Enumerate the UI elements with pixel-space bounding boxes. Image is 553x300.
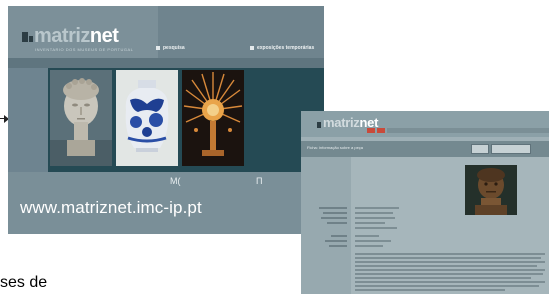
field-value (355, 222, 385, 224)
field-value (355, 235, 379, 237)
field-label (319, 207, 347, 209)
logo-subtitle: INVENTARIO DOS MUSEUS DE PORTUGAL (35, 47, 134, 52)
field-value (355, 227, 397, 229)
logo-part-net: net (89, 25, 119, 47)
description-line (355, 261, 545, 263)
field-label (331, 235, 347, 237)
toolbar-title: Ficha: informação sobre a peça (307, 145, 364, 150)
field-value (355, 240, 391, 242)
matriznet-logo[interactable]: matriznet (34, 24, 119, 48)
field-label (321, 217, 347, 219)
field-label (329, 245, 347, 247)
toolbar-button[interactable] (491, 144, 531, 154)
marble-head-image[interactable] (50, 70, 112, 166)
golden-monstrance-image[interactable] (182, 70, 244, 166)
field-value (355, 217, 395, 219)
logo-part-matriz: matriz (323, 115, 360, 130)
site-url[interactable]: www.matriznet.imc-ip.pt (20, 198, 202, 218)
image-band-left (8, 68, 48, 172)
artifact-image[interactable] (465, 165, 517, 215)
detail-label-column (301, 157, 351, 294)
field-value (355, 207, 399, 209)
description-line (355, 281, 545, 283)
porcelain-vase-image[interactable] (116, 70, 178, 166)
field-label (325, 240, 347, 242)
description-line (355, 269, 545, 271)
detail-navbar (387, 128, 549, 133)
logo-block-icon (317, 122, 321, 128)
logo-block-small-icon (29, 36, 33, 42)
description-line (355, 273, 543, 275)
description-line (355, 265, 537, 267)
field-value (355, 212, 393, 214)
field-label (327, 222, 347, 224)
description-line (355, 277, 531, 279)
nav-tab-red[interactable] (367, 128, 375, 133)
field-label (323, 212, 347, 214)
description-line (355, 257, 541, 259)
glyph-left: M( (170, 176, 181, 186)
nav-tab-red[interactable] (377, 128, 385, 133)
nav-pesquisa[interactable]: pesquisa (163, 45, 185, 51)
matriznet-detail-screenshot: matriznet Ficha: informação sobre a peça (301, 111, 549, 294)
matriznet-homepage-screenshot: matriznet INVENTARIO DOS MUSEUS DE PORTU… (8, 6, 324, 234)
description-line (355, 289, 505, 291)
partial-body-text: ses de (0, 274, 48, 291)
nav-square-icon (250, 46, 254, 50)
logo-part-matriz: matriz (34, 25, 90, 47)
logo-block-icon (22, 32, 28, 42)
toolbar-button[interactable] (471, 144, 489, 154)
nav-square-icon (156, 46, 160, 50)
glyph-right: Π (256, 176, 263, 186)
description-line (355, 285, 539, 287)
nav-exposicoes[interactable]: exposições temporárias (257, 45, 314, 51)
description-line (355, 253, 545, 255)
field-value (355, 245, 383, 247)
